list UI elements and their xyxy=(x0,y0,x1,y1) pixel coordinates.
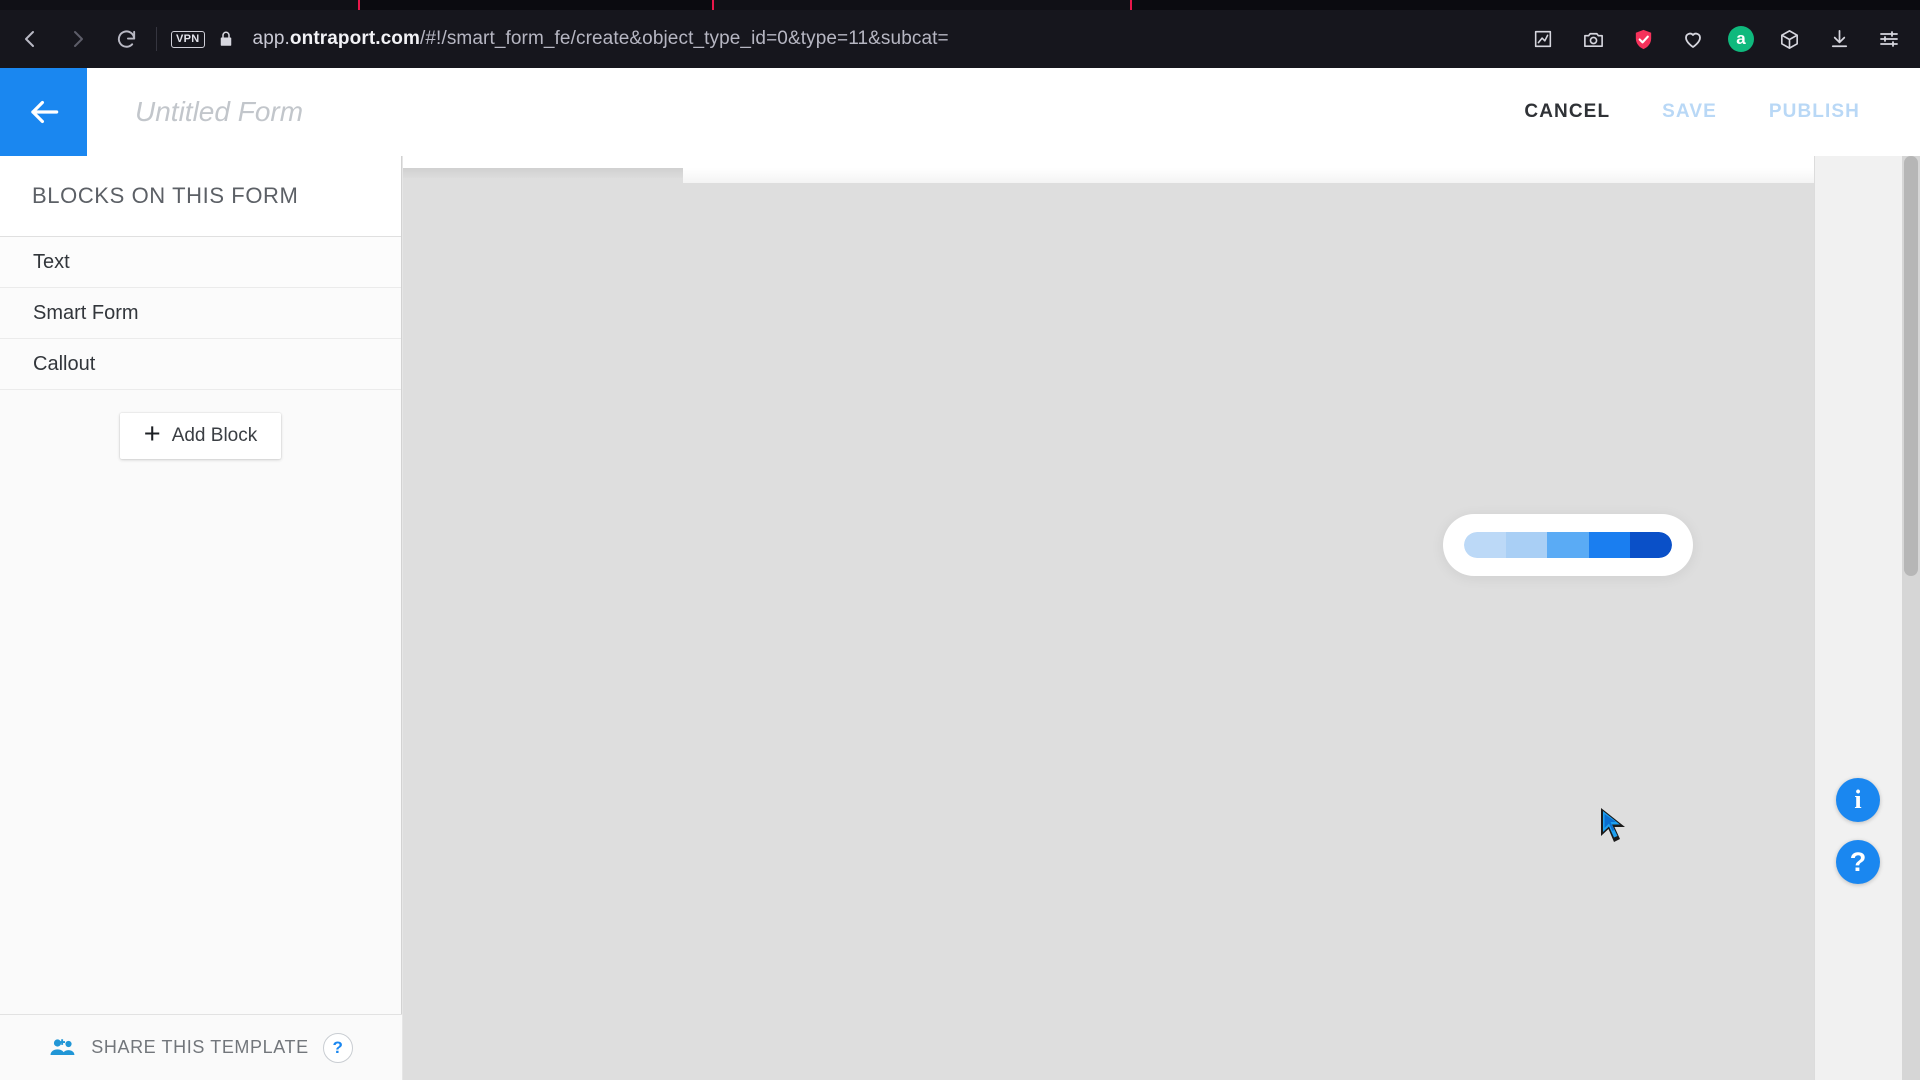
browser-tab[interactable] xyxy=(712,0,1132,10)
app-header: CANCEL SAVE PUBLISH xyxy=(0,68,1920,156)
browser-chrome: VPN app.ontraport.com/#!/smart_form_fe/c… xyxy=(0,0,1920,68)
cancel-button[interactable]: CANCEL xyxy=(1524,101,1610,123)
block-item-label: Text xyxy=(33,250,70,273)
info-fab[interactable]: i xyxy=(1836,778,1880,822)
publish-button[interactable]: PUBLISH xyxy=(1769,101,1860,123)
share-help-icon[interactable]: ? xyxy=(322,1032,353,1063)
canvas-top-strip xyxy=(403,156,1814,168)
loading-segment xyxy=(1588,532,1631,558)
block-list-item[interactable]: Smart Form xyxy=(0,288,401,339)
vpn-badge[interactable]: VPN xyxy=(171,30,205,48)
url-text: app.ontraport.com/#!/smart_form_fe/creat… xyxy=(252,28,949,49)
back-icon[interactable] xyxy=(10,19,50,59)
people-add-icon xyxy=(49,1037,77,1059)
loading-indicator xyxy=(1443,514,1693,576)
arrow-left-icon xyxy=(30,100,58,124)
help-fab[interactable]: ? xyxy=(1836,840,1880,884)
loading-segment xyxy=(1547,532,1589,558)
back-to-list-button[interactable] xyxy=(0,68,87,156)
form-title-container xyxy=(87,68,1524,156)
adguard-icon[interactable]: a xyxy=(1728,26,1754,52)
right-side-panel: i ? xyxy=(1814,156,1906,1080)
edit-pin-icon[interactable] xyxy=(1528,24,1558,54)
save-button[interactable]: SAVE xyxy=(1662,101,1717,123)
blocks-list: Text Smart Form Callout xyxy=(0,236,401,390)
loading-segment xyxy=(1505,532,1548,558)
loading-segment xyxy=(1630,532,1672,558)
blocks-sidebar: BLOCKS ON THIS FORM Text Smart Form Call… xyxy=(0,156,402,1080)
url-path: /#!/smart_form_fe/create&object_type_id=… xyxy=(420,28,949,49)
lock-icon[interactable] xyxy=(217,29,235,49)
block-item-label: Callout xyxy=(33,352,96,375)
form-title-input[interactable] xyxy=(135,96,735,128)
shield-check-icon[interactable] xyxy=(1628,24,1658,54)
adguard-letter: a xyxy=(1736,29,1746,48)
browser-tab[interactable] xyxy=(0,0,360,10)
add-block-label: Add Block xyxy=(171,425,258,446)
sidebar-title: BLOCKS ON THIS FORM xyxy=(0,156,401,236)
download-icon[interactable] xyxy=(1824,24,1854,54)
settings-sliders-icon[interactable] xyxy=(1874,24,1904,54)
block-list-item[interactable]: Callout xyxy=(0,339,401,390)
browser-nav-row: VPN app.ontraport.com/#!/smart_form_fe/c… xyxy=(0,10,1920,68)
heart-icon[interactable] xyxy=(1678,24,1708,54)
address-bar[interactable]: app.ontraport.com/#!/smart_form_fe/creat… xyxy=(253,28,1528,50)
cube-icon[interactable] xyxy=(1774,24,1804,54)
share-template-label: SHARE THIS TEMPLATE xyxy=(91,1037,309,1057)
toolbar-divider xyxy=(156,27,157,51)
block-item-label: Smart Form xyxy=(33,301,139,324)
add-block-row: + Add Block xyxy=(0,390,401,459)
page-scrollbar[interactable] xyxy=(1902,156,1920,1080)
form-canvas[interactable] xyxy=(403,156,1814,1080)
share-template-row[interactable]: SHARE THIS TEMPLATE ? xyxy=(0,1014,402,1080)
forward-icon[interactable] xyxy=(58,19,98,59)
header-actions: CANCEL SAVE PUBLISH xyxy=(1524,68,1920,156)
reload-icon[interactable] xyxy=(106,19,146,59)
canvas-white-sliver xyxy=(683,168,1814,183)
camera-icon[interactable] xyxy=(1578,24,1608,54)
scrollbar-thumb[interactable] xyxy=(1904,156,1918,576)
custom-pointer-cursor xyxy=(1599,806,1633,846)
add-block-button[interactable]: + Add Block xyxy=(119,413,282,459)
browser-tab-strip[interactable] xyxy=(0,0,1920,10)
loading-progress-bar xyxy=(1464,532,1672,558)
block-list-item[interactable]: Text xyxy=(0,237,401,288)
browser-extension-icons: a xyxy=(1528,24,1904,54)
floating-action-buttons: i ? xyxy=(1836,778,1880,884)
loading-segment xyxy=(1464,532,1506,558)
plus-icon: + xyxy=(143,418,161,450)
